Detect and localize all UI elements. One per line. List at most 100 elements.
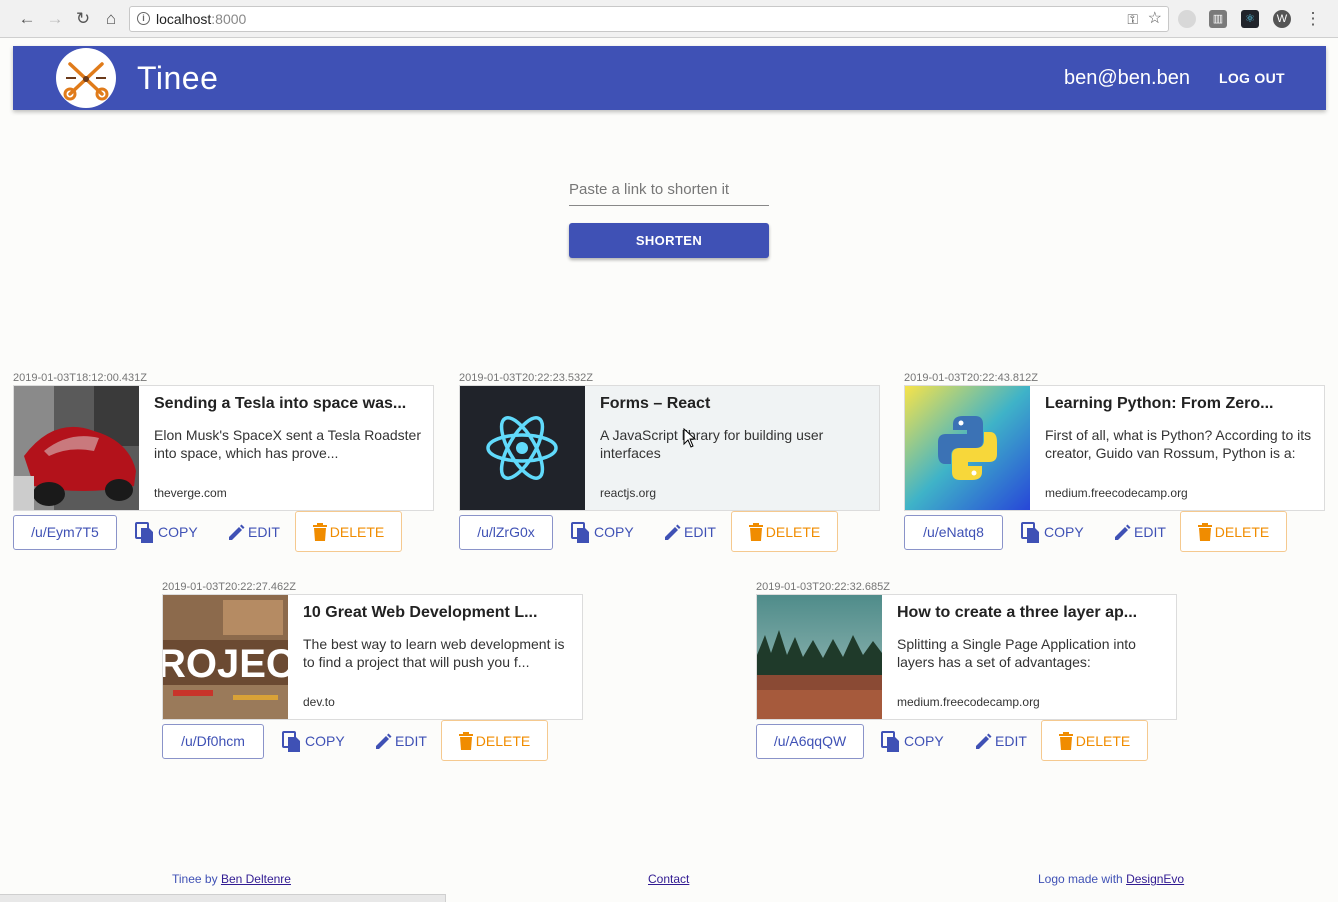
extension-icon[interactable]: ▥ bbox=[1209, 10, 1227, 28]
delete-button[interactable]: DELETE bbox=[295, 511, 402, 552]
scissors-logo-icon[interactable] bbox=[56, 48, 116, 108]
link-entry: 2019-01-03T20:22:27.462Z ROJEC 10 Great … bbox=[162, 580, 584, 764]
link-description: Elon Musk's SpaceX sent a Tesla Roadster… bbox=[154, 427, 421, 461]
short-url-button[interactable]: /u/eNatq8 bbox=[904, 515, 1003, 550]
pencil-icon bbox=[1115, 524, 1131, 540]
info-icon[interactable]: i bbox=[137, 12, 150, 25]
edit-button[interactable]: EDIT bbox=[227, 515, 280, 550]
pencil-icon bbox=[376, 733, 392, 749]
copy-button[interactable]: COPY bbox=[571, 515, 634, 550]
shorten-button[interactable]: SHORTEN bbox=[569, 223, 769, 258]
url-host: localhost bbox=[156, 11, 212, 27]
logout-button[interactable]: LOG OUT bbox=[1219, 70, 1285, 86]
link-input[interactable] bbox=[569, 178, 769, 206]
short-url-button[interactable]: /u/Df0hcm bbox=[162, 724, 264, 759]
copy-button[interactable]: COPY bbox=[881, 724, 944, 759]
copy-label: COPY bbox=[305, 733, 345, 749]
contact-link[interactable]: Contact bbox=[648, 872, 689, 886]
short-url-button[interactable]: /u/lZrG0x bbox=[459, 515, 553, 550]
back-icon[interactable]: ← bbox=[16, 8, 38, 30]
trash-icon bbox=[458, 731, 473, 750]
react-logo-thumbnail bbox=[460, 386, 585, 510]
link-actions: /u/eNatq8 COPY EDIT DELETE bbox=[904, 511, 1326, 555]
delete-button[interactable]: DELETE bbox=[731, 511, 838, 552]
link-domain: reactjs.org bbox=[600, 486, 657, 500]
browser-status-bar bbox=[0, 894, 446, 902]
copy-icon bbox=[282, 730, 300, 752]
trash-icon bbox=[1058, 731, 1073, 750]
link-actions: /u/A6qqQW COPY EDIT DELETE bbox=[756, 720, 1178, 764]
copy-icon bbox=[571, 521, 589, 543]
edit-label: EDIT bbox=[1134, 524, 1166, 540]
link-description: The best way to learn web development is… bbox=[303, 636, 565, 670]
link-card[interactable]: Learning Python: From Zero... First of a… bbox=[904, 385, 1325, 511]
reload-icon[interactable]: ↻ bbox=[72, 8, 94, 30]
link-entry: 2019-01-03T18:12:00.431Z Sending a Tesla… bbox=[13, 371, 435, 555]
trash-icon bbox=[1197, 522, 1212, 541]
footer-logo-credit: Logo made with DesignEvo bbox=[1038, 872, 1184, 886]
app-header: Tinee ben@ben.ben LOG OUT bbox=[13, 46, 1326, 110]
designevo-link[interactable]: DesignEvo bbox=[1126, 872, 1184, 886]
forward-icon[interactable]: → bbox=[44, 8, 66, 30]
copy-label: COPY bbox=[1044, 524, 1084, 540]
delete-button[interactable]: DELETE bbox=[441, 720, 548, 761]
url-port: :8000 bbox=[211, 11, 247, 27]
copy-icon bbox=[135, 521, 153, 543]
link-domain: dev.to bbox=[303, 695, 335, 709]
link-card[interactable]: Forms – React A JavaScript library for b… bbox=[459, 385, 880, 511]
edit-label: EDIT bbox=[995, 733, 1027, 749]
link-description: Splitting a Single Page Application into… bbox=[897, 636, 1136, 670]
copy-button[interactable]: COPY bbox=[282, 724, 345, 759]
tesla-thumbnail bbox=[14, 386, 139, 510]
delete-label: DELETE bbox=[1075, 732, 1131, 749]
edit-button[interactable]: EDIT bbox=[663, 515, 716, 550]
link-card[interactable]: ROJEC 10 Great Web Development L... The … bbox=[162, 594, 583, 720]
trash-icon bbox=[748, 522, 763, 541]
short-url-button[interactable]: /u/Eym7T5 bbox=[13, 515, 117, 550]
footer-logo-prefix: Logo made with bbox=[1038, 872, 1123, 886]
user-email: ben@ben.ben bbox=[1064, 67, 1190, 89]
link-actions: /u/Df0hcm COPY EDIT DELETE bbox=[162, 720, 584, 764]
edit-label: EDIT bbox=[395, 733, 427, 749]
copy-icon bbox=[881, 730, 899, 752]
copy-icon bbox=[1021, 521, 1039, 543]
python-logo-thumbnail bbox=[905, 386, 1030, 510]
link-title: Sending a Tesla into space was... bbox=[154, 395, 407, 412]
link-card[interactable]: Sending a Tesla into space was... Elon M… bbox=[13, 385, 434, 511]
delete-button[interactable]: DELETE bbox=[1041, 720, 1148, 761]
link-entry: 2019-01-03T20:22:43.812Z Learning Python… bbox=[904, 371, 1326, 555]
link-entry: 2019-01-03T20:22:32.685Z How to create a… bbox=[756, 580, 1178, 764]
link-timestamp: 2019-01-03T20:22:43.812Z bbox=[904, 372, 1038, 384]
pencil-icon bbox=[976, 733, 992, 749]
delete-label: DELETE bbox=[1214, 523, 1270, 540]
link-title: Learning Python: From Zero... bbox=[1045, 395, 1274, 412]
short-url-button[interactable]: /u/A6qqQW bbox=[756, 724, 864, 759]
link-card[interactable]: How to create a three layer ap... Splitt… bbox=[756, 594, 1177, 720]
copy-label: COPY bbox=[904, 733, 944, 749]
copy-button[interactable]: COPY bbox=[1021, 515, 1084, 550]
link-timestamp: 2019-01-03T20:22:32.685Z bbox=[756, 581, 890, 593]
edit-button[interactable]: EDIT bbox=[1113, 515, 1166, 550]
project-thumbnail: ROJEC bbox=[163, 595, 288, 719]
footer-credit-prefix: Tinee by bbox=[172, 872, 218, 886]
footer-contact: Contact bbox=[648, 872, 689, 886]
extension-icon[interactable] bbox=[1178, 10, 1196, 28]
delete-button[interactable]: DELETE bbox=[1180, 511, 1287, 552]
address-bar[interactable]: i localhost:8000 ⚿ ☆ bbox=[129, 6, 1169, 32]
thumb-text: ROJEC bbox=[163, 642, 288, 686]
landscape-thumbnail bbox=[757, 595, 882, 719]
app-title: Tinee bbox=[137, 60, 219, 96]
link-actions: /u/Eym7T5 COPY EDIT DELETE bbox=[13, 511, 435, 555]
menu-dots-icon[interactable]: ⋮ bbox=[1302, 8, 1324, 30]
copy-button[interactable]: COPY bbox=[135, 515, 198, 550]
link-domain: theverge.com bbox=[154, 486, 227, 500]
react-devtools-icon[interactable]: ⚛ bbox=[1241, 10, 1259, 28]
extension-icon[interactable]: W bbox=[1273, 10, 1291, 28]
edit-button[interactable]: EDIT bbox=[974, 724, 1027, 759]
author-link[interactable]: Ben Deltenre bbox=[221, 872, 291, 886]
bookmark-star-icon[interactable]: ☆ bbox=[1148, 7, 1162, 31]
key-icon[interactable]: ⚿ bbox=[1127, 7, 1138, 31]
copy-label: COPY bbox=[158, 524, 198, 540]
edit-button[interactable]: EDIT bbox=[374, 724, 427, 759]
home-icon[interactable]: ⌂ bbox=[100, 8, 122, 30]
